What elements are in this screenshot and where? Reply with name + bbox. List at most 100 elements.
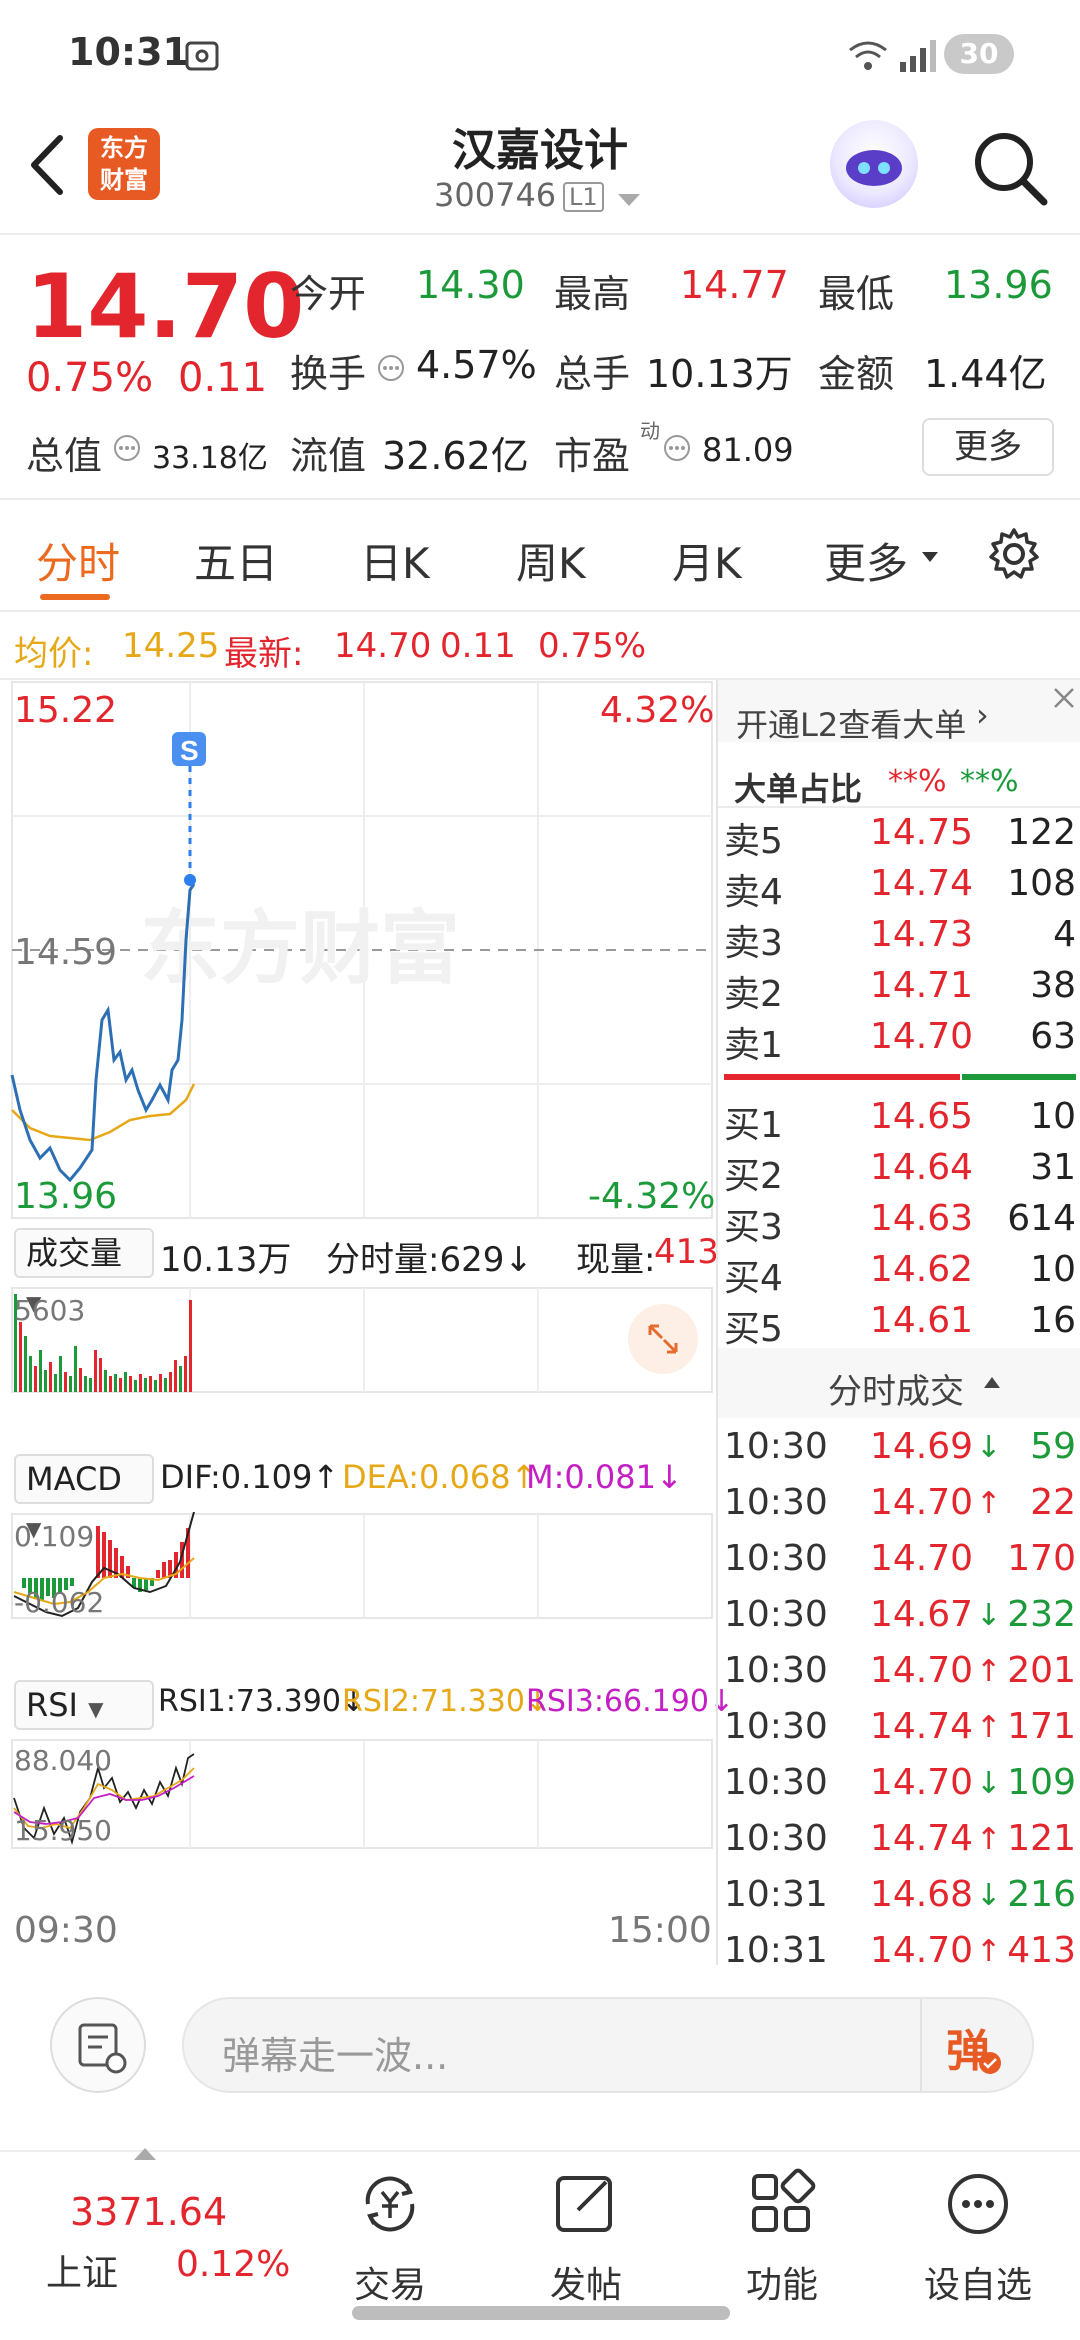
tick-time: 10:30 xyxy=(724,1650,828,1691)
latest-value: 14.70 xyxy=(334,626,432,666)
tick-direction-arrow: ↑ xyxy=(976,1654,1002,1689)
sell-level-2[interactable]: 卖2 14.71 38 xyxy=(718,965,1080,1015)
tick-price: 14.67 xyxy=(870,1594,974,1635)
nav-trade[interactable]: 交易 xyxy=(292,2152,488,2306)
sell-level-1[interactable]: 卖1 14.70 63 xyxy=(718,1016,1080,1066)
tick-volume: 201 xyxy=(1007,1650,1076,1691)
change-percent: 0.75% xyxy=(26,355,154,401)
price-axis-mid: 14.59 xyxy=(14,932,118,973)
turnover-label: 换手 xyxy=(290,352,367,396)
volume-chart[interactable] xyxy=(0,1286,716,1394)
pe-label: 市盈 xyxy=(554,434,631,478)
info-dots-icon[interactable] xyxy=(662,433,692,463)
level-badge[interactable]: L1 xyxy=(563,182,604,212)
buy-level-label: 买5 xyxy=(724,1309,783,1350)
search-icon[interactable] xyxy=(966,124,1052,210)
volume-selector[interactable]: 成交量 ▼ xyxy=(14,1228,154,1315)
tick-direction-arrow: ↓ xyxy=(976,1430,1002,1465)
up-triangle-icon xyxy=(134,2148,156,2160)
nav-add-watchlist[interactable]: 设自选 xyxy=(880,2152,1076,2306)
buy-level-2[interactable]: 买2 14.64 31 xyxy=(718,1147,1080,1197)
tick-row: 10:30 14.70 ↑ 201 xyxy=(718,1650,1080,1706)
buy-level-volume: 614 xyxy=(1007,1198,1076,1239)
avg-value: 14.25 xyxy=(122,626,220,666)
avg-price-line xyxy=(11,1083,196,1142)
buy-level-1[interactable]: 买1 14.65 10 xyxy=(718,1096,1080,1146)
sell-level-3[interactable]: 卖3 14.73 4 xyxy=(718,914,1080,964)
divider xyxy=(718,806,1080,808)
nav-functions[interactable]: 功能 xyxy=(684,2152,880,2306)
rsi-selector[interactable]: RSI ▼ xyxy=(14,1680,154,1730)
sell-level-4[interactable]: 卖4 14.74 108 xyxy=(718,863,1080,913)
dropdown-triangle-icon xyxy=(922,552,938,562)
danmu-input[interactable]: 弹幕走一波... 弹 xyxy=(182,1997,1034,2093)
tick-direction-arrow: ↓ xyxy=(976,1878,1002,1913)
assistant-avatar[interactable] xyxy=(830,120,918,208)
more-quote-button[interactable]: 更多 xyxy=(922,418,1054,476)
sell-level-label: 卖3 xyxy=(724,923,783,964)
open-label: 今开 xyxy=(290,272,367,316)
index-change-pct: 0.12% xyxy=(176,2244,291,2285)
sell-level-price: 14.74 xyxy=(870,863,974,904)
sell-level-price: 14.73 xyxy=(870,914,974,955)
tick-direction-arrow: ↑ xyxy=(976,1486,1002,1521)
rsi3-value: RSI3:66.190↓ xyxy=(526,1684,735,1719)
buy-level-label: 买2 xyxy=(724,1156,783,1197)
sell-level-volume: 122 xyxy=(1007,812,1076,853)
intraday-chart-area[interactable]: 东方财富 S 15.22 14.59 13.96 4.32% -4.32% 成交… xyxy=(0,680,734,1965)
rsi-axis-top: 88.040 xyxy=(14,1744,112,1777)
tab-monthly-k[interactable]: 月K xyxy=(672,530,742,591)
tab-five-day[interactable]: 五日 xyxy=(194,530,278,591)
l2-promo-banner[interactable]: 开通L2查看大单 › xyxy=(718,680,1080,744)
buy-level-4[interactable]: 买4 14.62 10 xyxy=(718,1249,1080,1299)
index-ticker[interactable]: 3371.64 上证 0.12% xyxy=(20,2148,290,2302)
nav-post[interactable]: 发帖 xyxy=(488,2152,684,2306)
tick-row: 10:30 14.70 ↓ 109 xyxy=(718,1762,1080,1818)
close-icon[interactable] xyxy=(1050,684,1078,712)
macd-dif: DIF:0.109↑ xyxy=(160,1458,340,1496)
sell-level-label: 卖1 xyxy=(724,1025,783,1066)
trade-yen-icon xyxy=(365,2176,415,2232)
comment-list-icon xyxy=(78,2023,127,2074)
info-dots-icon[interactable] xyxy=(376,353,406,383)
amount-value: 1.44亿 xyxy=(924,352,1047,396)
pct-axis-top: 4.32% xyxy=(600,690,715,731)
gear-icon[interactable] xyxy=(984,524,1044,584)
float-cap-value: 32.62亿 xyxy=(382,434,529,478)
time-axis-end: 15:00 xyxy=(608,1910,712,1951)
macd-selector[interactable]: MACD ▼ xyxy=(14,1454,154,1541)
quote-panel: 14.70 0.75% 0.11 今开 14.30 最高 14.77 最低 13… xyxy=(0,235,1080,500)
info-dots-icon[interactable] xyxy=(112,433,142,463)
macd-label: MACD xyxy=(26,1460,122,1498)
home-indicator[interactable] xyxy=(352,2306,730,2320)
more-dots-icon xyxy=(948,2174,1008,2234)
volume-axis-max: 5603 xyxy=(14,1294,86,1327)
high-value: 14.77 xyxy=(680,263,789,307)
buy-level-5[interactable]: 买5 14.61 16 xyxy=(718,1300,1080,1350)
tick-time: 10:30 xyxy=(724,1818,828,1859)
danmu-placeholder: 弹幕走一波... xyxy=(222,2034,449,2078)
macd-chart[interactable] xyxy=(0,1512,716,1620)
market-cap-label: 总值 xyxy=(26,434,103,478)
expand-chart-button[interactable] xyxy=(628,1304,698,1374)
tab-more[interactable]: 更多 xyxy=(824,530,908,591)
comment-settings-button[interactable] xyxy=(50,1997,146,2093)
tab-weekly-k[interactable]: 周K xyxy=(516,530,586,591)
check-badge-icon xyxy=(979,2052,1001,2074)
sell-ratio-bar xyxy=(724,1074,960,1080)
pe-value: 81.09 xyxy=(702,431,794,469)
sell-level-label: 卖4 xyxy=(724,872,783,913)
tick-row: 10:30 14.74 ↑ 171 xyxy=(718,1706,1080,1762)
dropdown-triangle-icon[interactable] xyxy=(616,190,642,210)
tab-daily-k[interactable]: 日K xyxy=(360,530,430,591)
sell-level-5[interactable]: 卖5 14.75 122 xyxy=(718,812,1080,862)
rsi-label: RSI xyxy=(26,1686,78,1724)
tick-price: 14.69 xyxy=(870,1426,974,1467)
open-value: 14.30 xyxy=(416,263,525,307)
tab-intraday[interactable]: 分时 xyxy=(36,530,120,591)
buy-level-3[interactable]: 买3 14.63 614 xyxy=(718,1198,1080,1248)
tick-price: 14.74 xyxy=(870,1818,974,1859)
buy-level-volume: 10 xyxy=(1030,1249,1076,1290)
chevron-right-icon: › xyxy=(976,696,989,734)
ticks-header[interactable]: 分时成交 xyxy=(718,1348,1080,1418)
